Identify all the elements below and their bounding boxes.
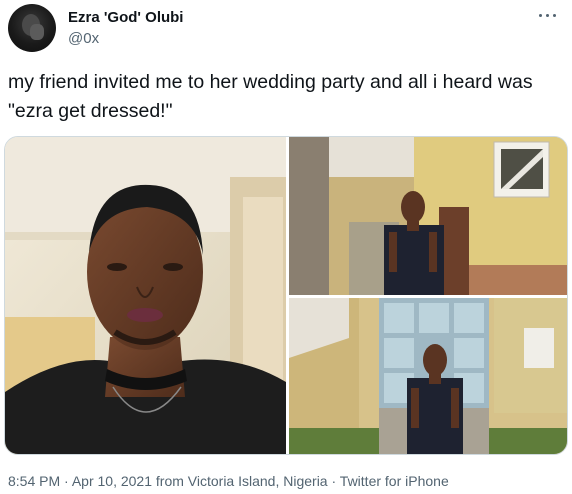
tweet-text: my friend invited me to her wedding part… [8, 71, 533, 122]
tweet-time[interactable]: 8:54 PM [8, 473, 60, 489]
tweet-source[interactable]: Twitter for iPhone [340, 473, 449, 489]
tweet-metadata: 8:54 PM · Apr 10, 2021 from Victoria Isl… [8, 473, 449, 489]
selfie-illustration [5, 137, 286, 454]
media-photo-1[interactable] [5, 137, 286, 454]
media-grid [4, 136, 568, 455]
tweet-date[interactable]: Apr 10, 2021 [72, 473, 152, 489]
more-options-icon[interactable] [536, 4, 560, 26]
media-photo-3[interactable] [289, 298, 567, 454]
author-handle[interactable]: @0x [68, 30, 99, 47]
author-avatar[interactable] [8, 4, 56, 52]
meta-separator: · [64, 473, 69, 489]
avatar-hand [30, 24, 44, 40]
meta-separator: · [331, 473, 337, 489]
building-illustration-1 [289, 137, 567, 295]
tweet-header: Ezra 'God' Olubi @0x [8, 4, 564, 56]
author-display-name[interactable]: Ezra 'God' Olubi [68, 9, 183, 26]
building-illustration-2 [289, 298, 567, 454]
tweet-location[interactable]: from Victoria Island, Nigeria [156, 473, 328, 489]
media-photo-2[interactable] [289, 137, 567, 295]
